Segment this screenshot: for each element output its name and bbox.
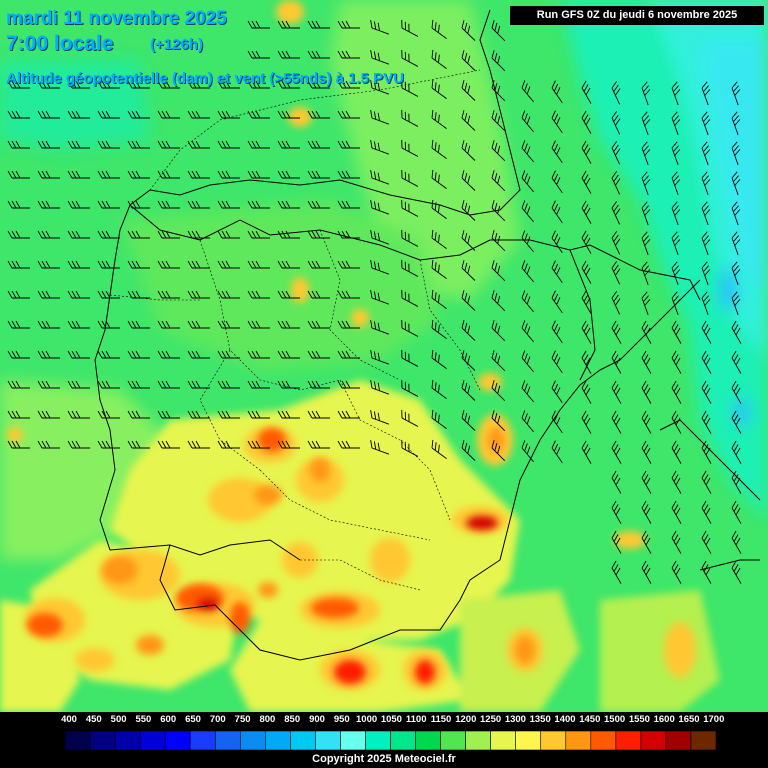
color-scale-cell	[665, 730, 692, 751]
color-scale-cell	[640, 730, 667, 751]
color-scale-cell	[440, 730, 466, 751]
color-scale-cell	[189, 730, 216, 751]
color-scale-cell	[164, 730, 191, 751]
color-scale-cell	[390, 730, 416, 751]
color-scale-cell	[365, 730, 391, 751]
color-scale-cell	[465, 730, 491, 751]
color-scale-cell	[39, 730, 66, 751]
geopotential-map	[0, 0, 768, 768]
forecast-date: mardi 11 novembre 2025	[6, 8, 227, 29]
color-scale-cell	[565, 730, 592, 751]
forecast-time: 7:00 locale	[6, 32, 114, 55]
field-description: Altitude géopotentielle (dam) et vent (>…	[6, 70, 404, 87]
color-scale-cell	[615, 730, 642, 751]
color-scale-cell	[114, 730, 141, 751]
color-scale-cell	[64, 730, 91, 751]
color-scale-cell	[490, 730, 517, 751]
color-scale-cell	[290, 730, 316, 751]
copyright: Copyright 2025 Meteociel.fr	[312, 753, 456, 765]
color-scale-cell	[690, 730, 717, 751]
color-scale-label: 1700	[703, 714, 725, 725]
run-info: Run GFS 0Z du jeudi 6 novembre 2025	[510, 6, 764, 25]
color-scale-cell	[515, 730, 542, 751]
color-scale-cell	[239, 730, 266, 751]
lead-time: (+126h)	[150, 36, 203, 53]
color-scale-cell	[415, 730, 441, 751]
color-scale-cell	[340, 730, 366, 751]
color-scale-cell	[265, 730, 291, 751]
color-scale-cell	[139, 730, 166, 751]
color-scale-cell	[214, 730, 241, 751]
color-scale-cell	[315, 730, 341, 751]
color-scale-cell	[89, 730, 116, 751]
color-scale-cell	[590, 730, 617, 751]
color-scale-cell	[540, 730, 567, 751]
